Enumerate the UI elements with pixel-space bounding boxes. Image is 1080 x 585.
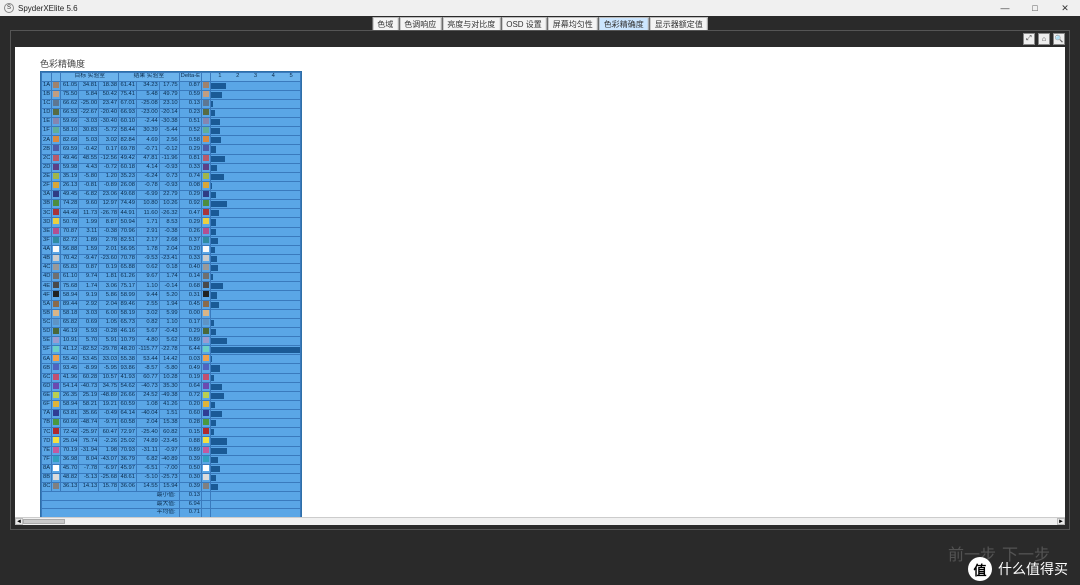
- col-delta: Delta-E: [179, 73, 201, 82]
- tab-2[interactable]: 亮度与对比度: [442, 17, 500, 31]
- table-row: 3E70.873.11-0.3870.962.91-0.380.26: [42, 227, 301, 236]
- table-row: 1F58.1030.83-5.7258.4430.39-5.440.52: [42, 127, 301, 136]
- col-idx: [42, 73, 52, 82]
- table-row: 3B74.289.6012.9774.4910.8010.260.92: [42, 200, 301, 209]
- zoom-fit-icon[interactable]: ⤢: [1023, 33, 1035, 45]
- table-row: 2A82.685.033.0282.844.692.560.58: [42, 136, 301, 145]
- table-row: 8C36.1314.1315.7836.0614.5515.940.39: [42, 483, 301, 492]
- workspace: ⤢ ⌂ 🔍 色彩精确度 目标 实验室结果 实验室Delta-E 123451A61…: [10, 30, 1070, 530]
- table-row: 2E35.19-5.801.2035.23-6.240.730.74: [42, 172, 301, 181]
- table-row: 4A56.881.592.0156.951.782.040.20: [42, 245, 301, 254]
- scroll-left-icon[interactable]: ◄: [15, 518, 23, 525]
- table-row: 4F58.949.195.8658.999.445.200.31: [42, 291, 301, 300]
- table-row: 5D46.195.93-0.2846.165.67-0.430.29: [42, 327, 301, 336]
- table-row: 7D25.0475.74-2.2625.0274.89-23.450.88: [42, 437, 301, 446]
- table-row: 7A63.8135.66-0.4964.14-40.041.510.60: [42, 410, 301, 419]
- home-icon[interactable]: ⌂: [1038, 33, 1050, 45]
- table-row: 8B48.82-5.13-25.6848.61-5.10-25.730.30: [42, 473, 301, 482]
- table-row: 7C72.42-25.9760.4772.97-25.4060.820.15: [42, 428, 301, 437]
- col-target: 目标 实验室: [61, 73, 119, 82]
- table-row: 1A61.0534.8118.3861.4134.2317.750.87: [42, 81, 301, 90]
- tab-4[interactable]: 屏幕均匀性: [548, 17, 598, 31]
- tab-6[interactable]: 显示器额定值: [650, 17, 708, 31]
- maximize-button[interactable]: □: [1020, 0, 1050, 16]
- table-row: 6D54.14-40.7334.7554.62-40.7335.300.64: [42, 382, 301, 391]
- table-row: 1E59.66-3.03-30.4060.10-2.44-30.380.51: [42, 118, 301, 127]
- minimize-button[interactable]: —: [990, 0, 1020, 16]
- table-row: 7B60.66-48.74-9.7160.582.0415.380.28: [42, 419, 301, 428]
- app-title: SpyderXElite 5.6: [18, 4, 78, 13]
- table-row: 5E10.915.705.9110.794.805.620.89: [42, 337, 301, 346]
- col-bars: 12345: [211, 73, 301, 82]
- scroll-right-icon[interactable]: ►: [1057, 518, 1065, 525]
- color-accuracy-table: 目标 实验室结果 实验室Delta-E 123451A61.0534.8118.3…: [40, 71, 302, 519]
- watermark-logo: 值: [968, 557, 992, 581]
- table-row: 6B93.45-8.99-5.9593.86-8.57-5.800.49: [42, 364, 301, 373]
- table-row: 5C65.820.691.0565.730.821.100.17: [42, 318, 301, 327]
- table-row: 4B70.42-9.47-23.6070.78-9.53-23.410.33: [42, 254, 301, 263]
- table-row: 1C66.62-25.0023.4767.01-25.0823.100.13: [42, 99, 301, 108]
- tab-5[interactable]: 色彩精确度: [599, 17, 649, 31]
- table-row: 7F36.988.04-43.0736.796.82-40.890.39: [42, 455, 301, 464]
- table-row: 4D61.109.741.8161.269.671.740.14: [42, 273, 301, 282]
- table-row: 2B69.59-0.420.1769.78-0.71-0.120.29: [42, 145, 301, 154]
- horizontal-scrollbar[interactable]: ◄ ►: [15, 517, 1065, 525]
- table-row: 2F26.13-0.81-0.8926.08-0.78-0.930.08: [42, 181, 301, 190]
- report-page: 色彩精确度 目标 实验室结果 实验室Delta-E 123451A61.0534.…: [15, 47, 1065, 525]
- summary-row: 最大值:6.94: [42, 500, 301, 509]
- tab-3[interactable]: OSD 设置: [501, 17, 547, 31]
- table-row: 8A45.70-7.78-6.9745.97-6.51-7.000.50: [42, 464, 301, 473]
- table-row: 4C65.830.870.1965.880.620.180.40: [42, 264, 301, 273]
- zoom-icon[interactable]: 🔍: [1053, 33, 1065, 45]
- table-row: 2C49.4648.55-12.5649.4247.81-11.960.81: [42, 154, 301, 163]
- table-row: 7E70.19-31.941.9870.93-31.11-0.970.89: [42, 446, 301, 455]
- table-row: 6C41.9660.2810.5741.9360.7710.280.19: [42, 373, 301, 382]
- table-row: 3D50.781.998.8750.941.718.530.29: [42, 218, 301, 227]
- tab-bar: 色域色调响应亮度与对比度OSD 设置屏幕均匀性色彩精确度显示器额定值: [372, 17, 709, 31]
- table-row: 6F58.9458.2119.2160.591.0841.260.20: [42, 400, 301, 409]
- table-row: 6A55.4053.4533.0355.3853.4414.420.03: [42, 355, 301, 364]
- table-row: 5B58.183.036.0058.193.025.990.00: [42, 309, 301, 318]
- tab-1[interactable]: 色调响应: [399, 17, 441, 31]
- watermark: 值 什么值得买: [968, 557, 1068, 581]
- table-row: 3F82.721.892.7882.512.172.680.37: [42, 236, 301, 245]
- table-row: 2D59.984.43-0.7260.184.14-0.930.33: [42, 163, 301, 172]
- app-icon: S: [4, 3, 14, 13]
- table-row: 4E75.681.743.0675.171.10-0.140.68: [42, 282, 301, 291]
- col-swatch2: [202, 73, 211, 82]
- report-title: 色彩精确度: [40, 57, 85, 70]
- close-button[interactable]: ✕: [1050, 0, 1080, 16]
- table-row: 6E26.3525.19-48.8926.6624.52-49.380.72: [42, 391, 301, 400]
- table-row: 3C44.4911.73-26.7844.9111.60-26.320.47: [42, 209, 301, 218]
- title-bar: S SpyderXElite 5.6 — □ ✕: [0, 0, 1080, 16]
- table-row: 5F41.12-82.52-29.7848.20-115.77-22.786.4…: [42, 346, 301, 355]
- summary-row: 最小值:0.13: [42, 492, 301, 501]
- col-result: 结果 实验室: [119, 73, 180, 82]
- tab-0[interactable]: 色域: [372, 17, 398, 31]
- table-row: 3A49.45-6.8223.0649.68-6.9922.790.29: [42, 191, 301, 200]
- table-row: 1D66.53-22.67-20.4066.93-23.00-20.140.23: [42, 108, 301, 117]
- col-swatch: [52, 73, 61, 82]
- table-row: 5A89.442.922.0489.462.551.940.45: [42, 300, 301, 309]
- watermark-text: 什么值得买: [998, 559, 1068, 579]
- table-row: 1B75.505.8450.4275.415.4849.790.59: [42, 90, 301, 99]
